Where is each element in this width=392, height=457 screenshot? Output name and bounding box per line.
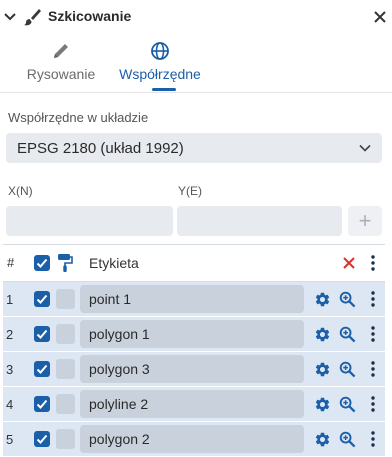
gear-icon[interactable] bbox=[314, 291, 331, 308]
panel-title: Szkicowanie bbox=[48, 8, 132, 24]
crs-label: Współrzędne w układzie bbox=[8, 110, 149, 125]
row-visibility-checkbox[interactable] bbox=[34, 431, 50, 447]
feature-label-text: polygon 2 bbox=[89, 431, 150, 447]
row-number: 3 bbox=[6, 362, 14, 377]
tab-drawing-label: Rysowanie bbox=[26, 66, 96, 82]
globe-icon bbox=[151, 42, 169, 60]
chevron-down-icon[interactable] bbox=[3, 10, 17, 24]
features-table: # Etykieta 1 point 1 2 polygon 1 3 polyg… bbox=[3, 244, 385, 457]
table-row: 3 polygon 3 bbox=[3, 352, 385, 387]
row-number-header: # bbox=[7, 255, 15, 270]
add-point-button[interactable]: + bbox=[348, 206, 382, 236]
zoom-to-feature-icon[interactable] bbox=[339, 326, 356, 343]
more-options-icon[interactable] bbox=[370, 255, 376, 271]
delete-all-icon[interactable] bbox=[342, 256, 356, 270]
y-coordinate-input[interactable] bbox=[177, 206, 342, 236]
row-number: 4 bbox=[6, 397, 14, 412]
style-swatch[interactable] bbox=[56, 359, 75, 379]
more-options-icon[interactable] bbox=[370, 361, 376, 377]
chevron-down-icon bbox=[359, 144, 371, 152]
feature-label-text: polygon 3 bbox=[89, 361, 150, 377]
zoom-to-feature-icon[interactable] bbox=[339, 291, 356, 308]
x-coordinate-label: X(N) bbox=[8, 184, 33, 198]
label-column-header: Etykieta bbox=[89, 255, 139, 271]
feature-label-text: polyline 2 bbox=[89, 396, 149, 412]
table-row: 4 polyline 2 bbox=[3, 387, 385, 422]
row-number: 5 bbox=[6, 432, 14, 447]
zoom-to-feature-icon[interactable] bbox=[339, 396, 356, 413]
row-visibility-checkbox[interactable] bbox=[34, 361, 50, 377]
check-icon bbox=[36, 294, 48, 304]
check-icon bbox=[36, 399, 48, 409]
crs-selected-value: EPSG 2180 (układ 1992) bbox=[17, 140, 184, 157]
gear-icon[interactable] bbox=[314, 431, 331, 448]
table-row: 5 polygon 2 bbox=[3, 422, 385, 457]
row-number: 1 bbox=[6, 292, 14, 307]
check-icon bbox=[36, 329, 48, 339]
more-options-icon[interactable] bbox=[370, 431, 376, 447]
paint-roller-icon[interactable] bbox=[57, 253, 73, 273]
row-number: 2 bbox=[6, 327, 14, 342]
crs-select[interactable]: EPSG 2180 (układ 1992) bbox=[6, 133, 382, 163]
more-options-icon[interactable] bbox=[370, 291, 376, 307]
active-tab-indicator bbox=[152, 88, 176, 91]
y-coordinate-label: Y(E) bbox=[178, 184, 202, 198]
tab-coordinates-label: Współrzędne bbox=[119, 66, 201, 82]
feature-label-field[interactable]: polygon 1 bbox=[80, 320, 304, 348]
style-swatch[interactable] bbox=[56, 394, 75, 414]
check-icon bbox=[36, 434, 48, 444]
table-row: 1 point 1 bbox=[3, 282, 385, 317]
row-visibility-checkbox[interactable] bbox=[34, 396, 50, 412]
feature-label-text: polygon 1 bbox=[89, 326, 150, 342]
panel-header: Szkicowanie bbox=[0, 0, 392, 34]
check-icon bbox=[36, 258, 48, 268]
style-swatch[interactable] bbox=[56, 324, 75, 344]
tab-drawing[interactable]: Rysowanie bbox=[24, 40, 98, 82]
table-row: 2 polygon 1 bbox=[3, 317, 385, 352]
feature-label-field[interactable]: polyline 2 bbox=[80, 390, 304, 418]
zoom-to-feature-icon[interactable] bbox=[339, 431, 356, 448]
divider bbox=[0, 92, 392, 93]
more-options-icon[interactable] bbox=[370, 326, 376, 342]
row-visibility-checkbox[interactable] bbox=[34, 326, 50, 342]
brush-icon bbox=[24, 9, 41, 26]
gear-icon[interactable] bbox=[314, 361, 331, 378]
feature-label-text: point 1 bbox=[89, 291, 132, 307]
table-header: # Etykieta bbox=[3, 244, 385, 282]
x-coordinate-input[interactable] bbox=[6, 206, 173, 236]
feature-label-field[interactable]: polygon 3 bbox=[80, 355, 304, 383]
zoom-to-feature-icon[interactable] bbox=[339, 361, 356, 378]
select-all-checkbox[interactable] bbox=[34, 255, 50, 271]
close-icon[interactable] bbox=[372, 9, 388, 25]
gear-icon[interactable] bbox=[314, 396, 331, 413]
gear-icon[interactable] bbox=[314, 326, 331, 343]
feature-label-field[interactable]: point 1 bbox=[80, 285, 304, 313]
style-swatch[interactable] bbox=[56, 289, 75, 309]
row-visibility-checkbox[interactable] bbox=[34, 291, 50, 307]
more-options-icon[interactable] bbox=[370, 396, 376, 412]
check-icon bbox=[36, 364, 48, 374]
feature-label-field[interactable]: polygon 2 bbox=[80, 425, 304, 453]
tab-coordinates[interactable]: Współrzędne bbox=[114, 40, 206, 82]
pencil-icon bbox=[54, 44, 68, 58]
style-swatch[interactable] bbox=[56, 429, 75, 449]
